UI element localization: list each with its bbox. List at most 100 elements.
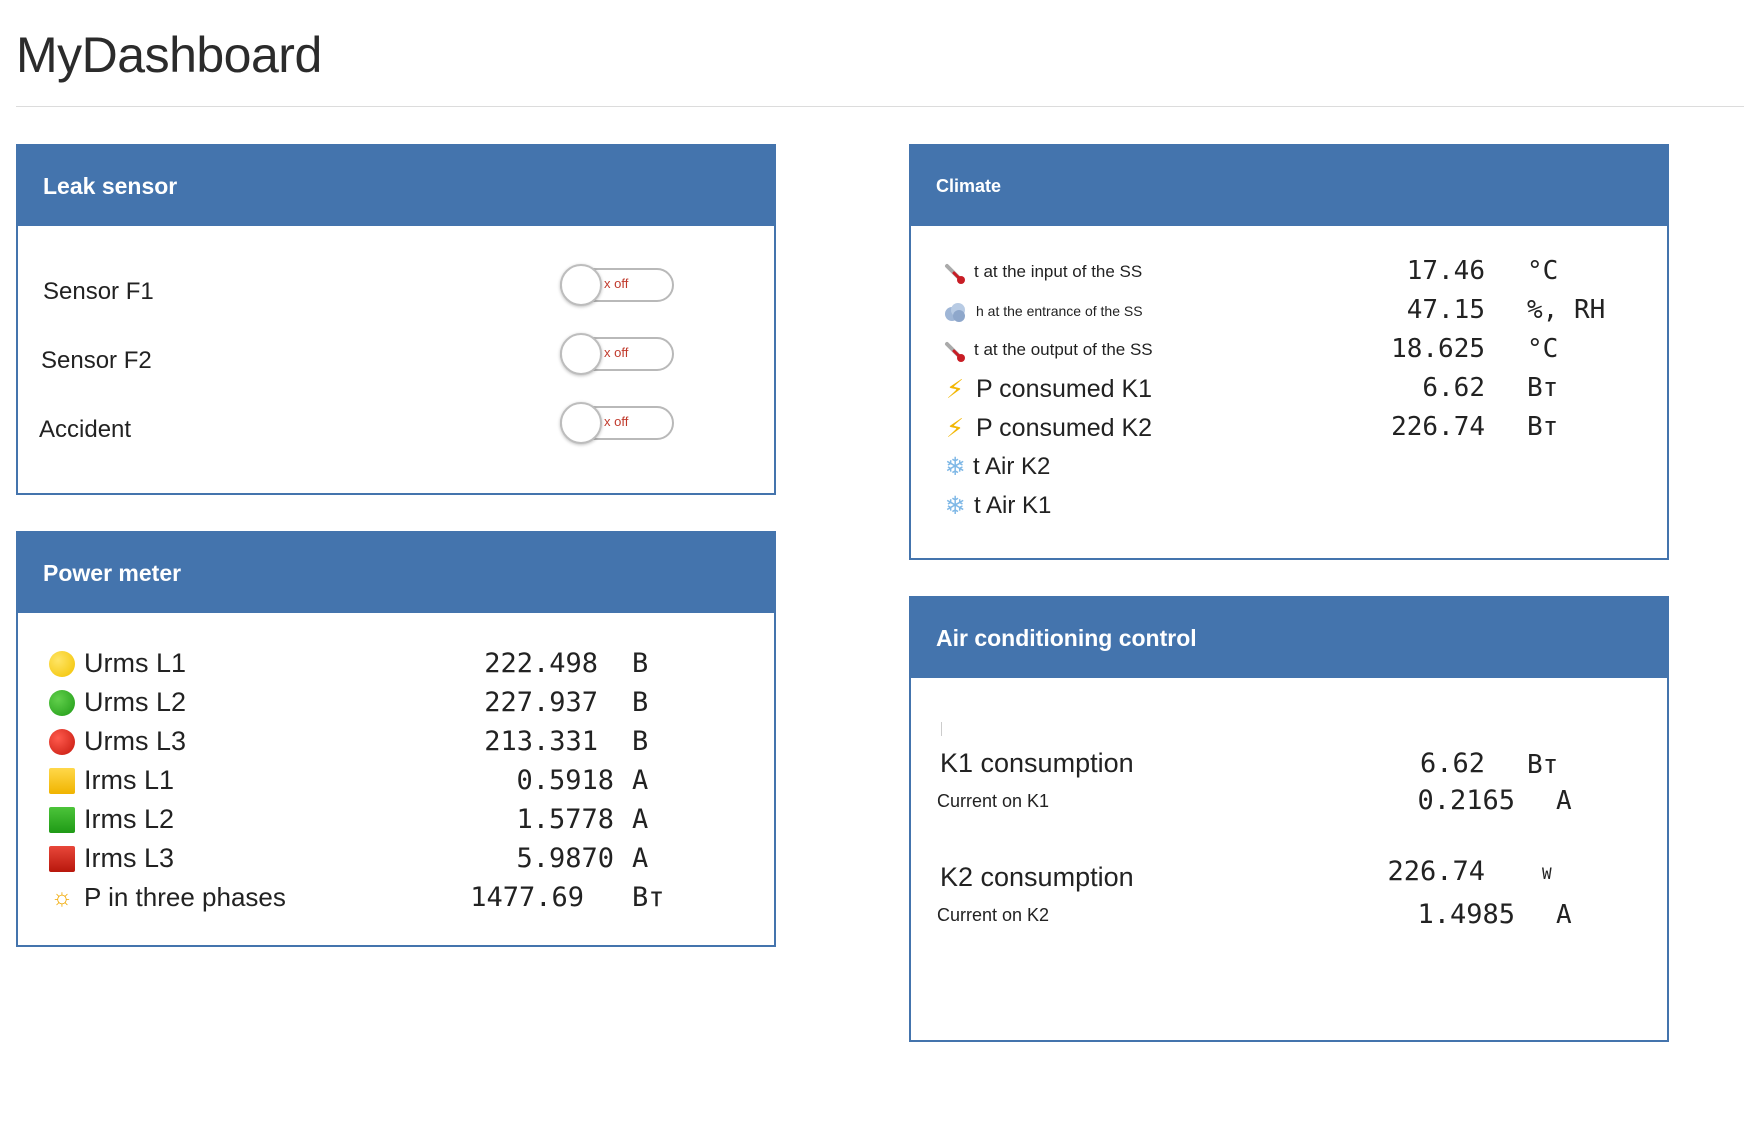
metric-row: Irms L1 0.5918 A [18,763,774,799]
toggle-state-label: x off [604,345,629,360]
metric-value: 17.46 [1406,256,1485,286]
k1-consumption-label: K1 consumption [940,748,1134,778]
red-square-icon [48,845,76,873]
metric-row: ❄ t Air K1 [911,490,1667,526]
page-title: MyDashboard [16,27,322,83]
metric-row: ❄ t Air K2 [911,451,1667,487]
k1-current-value: 0.2165 [1417,785,1515,816]
k2-current-unit: A [1556,900,1572,930]
red-circle-icon [48,728,76,756]
metric-value: 227.937 [484,687,598,718]
yellow-square-icon [48,767,76,795]
toggle-state-label: x off [604,414,629,429]
metric-label: P consumed K2 [976,414,1153,442]
ac-control-header: Air conditioning control [911,598,1667,678]
metric-value: 6.62 [1422,373,1485,403]
metric-row: ⚡ P consumed K2 226.74 Вт [911,412,1667,448]
k2-consumption-label: K2 consumption [940,862,1134,892]
metric-value: 5.9870 [516,843,614,874]
metric-row: ⚡ P consumed K1 6.62 Вт [911,373,1667,409]
leak-sensor-header: Leak sensor [18,146,774,226]
metric-value: 1477.69 [470,882,584,913]
climate-panel: Climate t at the input of the SS 17.46 °… [909,144,1669,560]
accident-toggle[interactable]: x off [560,402,674,444]
toggle-state-label: x off [604,276,629,291]
metric-row: t at the output of the SS 18.625 °C [911,334,1667,370]
lightning-icon: ⚡ [945,373,965,404]
k1-consumption-unit: Вт [1527,750,1559,780]
metric-value: 213.331 [484,726,598,757]
metric-unit: %, RH [1527,295,1606,325]
metric-label: P consumed K1 [976,375,1153,403]
k1-current-label: Current on K1 [937,791,1050,811]
metric-value: 222.498 [484,648,598,679]
leak-sensor-panel: Leak sensor Sensor F1 x off Sensor F2 x … [16,144,776,495]
metric-row: ☼ P in three phases 1477.69 Вт [18,880,774,916]
metric-label: Irms L1 [84,765,175,795]
metric-value: 47.15 [1406,295,1485,325]
k2-current-value: 1.4985 [1417,899,1515,930]
sensor-f2-toggle[interactable]: x off [560,333,674,375]
metric-unit: °C [1527,256,1559,286]
metric-label: Urms L3 [84,726,187,756]
sensor-f1-toggle[interactable]: x off [560,264,674,306]
metric-unit: B [632,687,649,718]
metric-label: t at the input of the SS [974,262,1143,281]
accident-label: Accident [39,416,132,443]
metric-label: h at the entrance of the SS [976,303,1143,319]
thermometer-icon [941,338,969,366]
metric-value: 0.5918 [516,765,614,796]
metric-row: Irms L3 5.9870 A [18,841,774,877]
metric-row: h at the entrance of the SS 47.15 %, RH [911,295,1667,331]
k1-current-unit: A [1556,786,1572,816]
power-meter-panel: Power meter Urms L1 222.498 B Urms L2 22… [16,531,776,947]
sun-icon: ☼ [51,884,73,911]
metric-unit: A [632,765,649,796]
snowflake-icon: ❄ [944,453,966,481]
metric-label: Irms L2 [84,804,175,834]
toggle-knob[interactable] [560,264,602,306]
metric-label: P in three phases [84,882,286,912]
k2-consumption-unit: W [1542,864,1552,883]
thermometer-icon [941,260,969,288]
title-divider [16,106,1744,107]
metric-value: 1.5778 [516,804,614,835]
metric-unit: A [632,843,649,874]
toggle-knob[interactable] [560,333,602,375]
snowflake-icon: ❄ [944,492,966,520]
metric-unit: Вт [632,882,665,913]
cloud-icon [941,299,969,327]
metric-unit: Вт [1527,412,1559,442]
metric-row: Urms L3 213.331 B [18,724,774,760]
metric-label: t Air K1 [974,492,1052,519]
metric-unit: Вт [1527,373,1559,403]
metric-row: Urms L2 227.937 B [18,685,774,721]
metric-unit: A [632,804,649,835]
sensor-f1-label: Sensor F1 [43,278,154,305]
toggle-knob[interactable] [560,402,602,444]
metric-unit: B [632,648,649,679]
climate-header: Climate [911,146,1667,226]
ac-control-panel: Air conditioning control K1 consumption … [909,596,1669,1042]
metric-label: Irms L3 [84,843,175,873]
metric-value: 226.74 [1391,412,1485,442]
power-meter-header: Power meter [18,533,774,613]
metric-value: 18.625 [1391,334,1485,364]
metric-row: Irms L2 1.5778 A [18,802,774,838]
metric-label: t Air K2 [973,453,1051,480]
text-cursor [941,722,942,736]
k2-consumption-value: 226.74 [1387,856,1485,887]
k2-current-label: Current on K2 [937,905,1050,925]
metric-unit: B [632,726,649,757]
lightning-icon: ⚡ [945,412,965,443]
metric-label: Urms L2 [84,687,187,717]
green-circle-icon [48,689,76,717]
metric-row: Urms L1 222.498 B [18,646,774,682]
k1-consumption-value: 6.62 [1419,748,1485,779]
metric-row: t at the input of the SS 17.46 °C [911,256,1667,292]
metric-label: t at the output of the SS [974,340,1153,359]
yellow-circle-icon [48,650,76,678]
green-square-icon [48,806,76,834]
sensor-f2-label: Sensor F2 [41,347,152,374]
metric-unit: °C [1527,334,1559,364]
